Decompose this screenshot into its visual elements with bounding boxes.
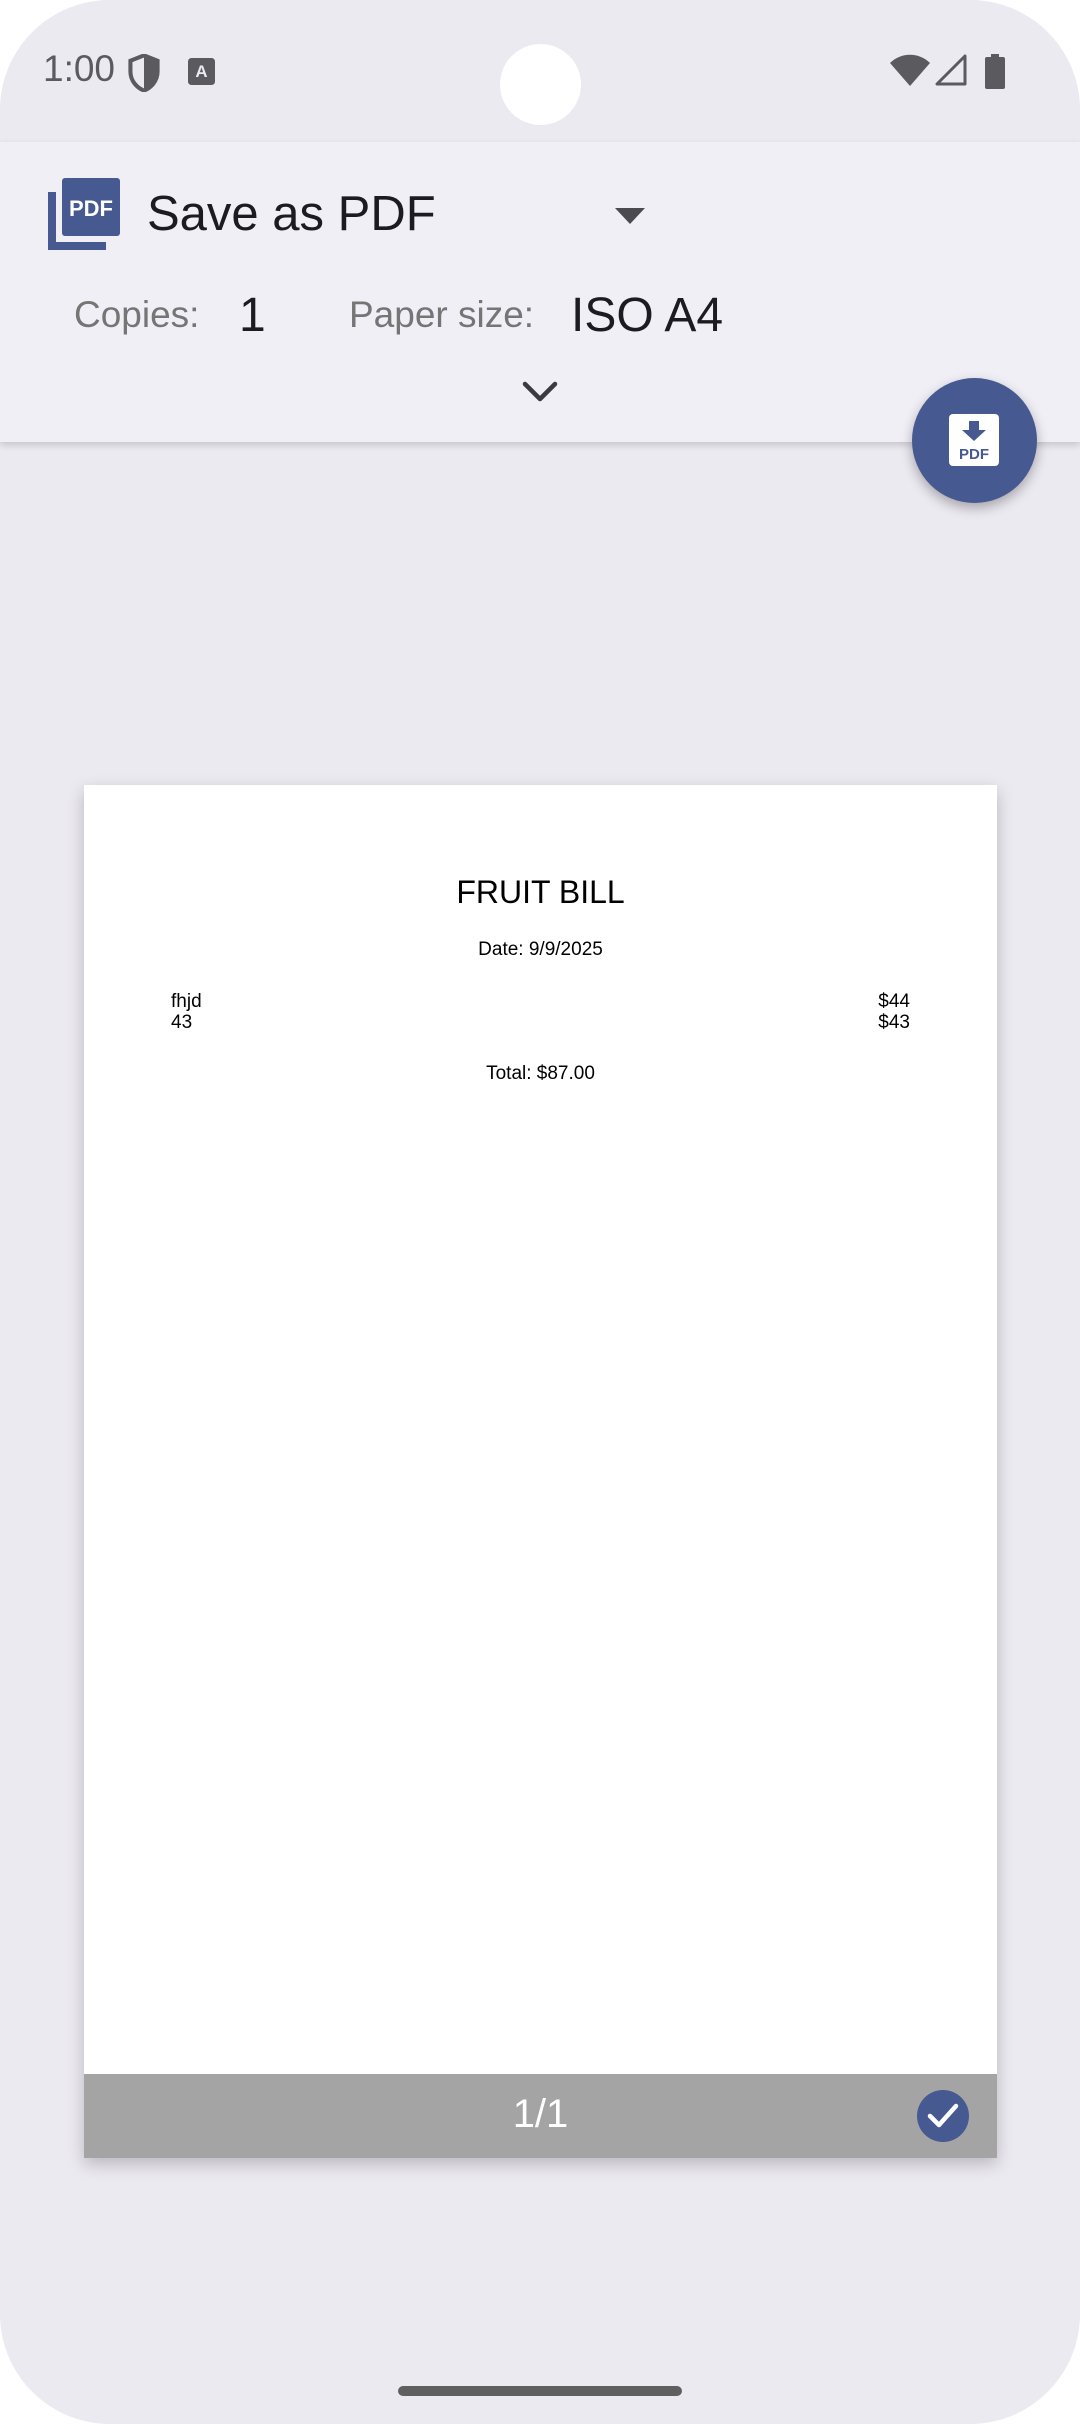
paper-size-label: Paper size: [349, 294, 535, 335]
status-bar: 1:00 A [0, 0, 1080, 142]
svg-text:PDF: PDF [959, 446, 989, 463]
printer-selector[interactable]: Save as PDF [147, 186, 436, 242]
bill-total: Total: $87.00 [486, 1063, 595, 1084]
dropdown-arrow-icon[interactable] [615, 208, 645, 224]
battery-icon [985, 54, 1005, 89]
wifi-icon [890, 54, 930, 86]
page-selected-toggle[interactable] [917, 2090, 969, 2142]
chevron-down-icon[interactable] [522, 381, 558, 403]
item-price: $43 [878, 1012, 910, 1033]
camera-cutout [500, 44, 581, 125]
page-indicator: 1/1 [512, 2092, 569, 2136]
paper-size-selector[interactable]: ISO A4 [571, 288, 723, 343]
save-pdf-button[interactable]: PDF [912, 378, 1037, 503]
device-screen: 1:00 A PDF Save as PDF Copies: 1 Paper s… [0, 0, 1080, 2424]
print-options-header: PDF Save as PDF Copies: 1 Paper size: IS… [0, 142, 1080, 442]
item-name: fhjd [171, 991, 202, 1012]
print-preview-page[interactable]: FRUIT BILL Date: 9/9/2025 fhjd $44 43 $4… [84, 785, 997, 2158]
document-title: FRUIT BILL [456, 874, 625, 910]
shield-icon [128, 54, 160, 92]
pdf-logo-icon: PDF [48, 178, 120, 250]
list-item: fhjd $44 [171, 991, 910, 1012]
svg-text:A: A [195, 62, 207, 81]
signal-icon [935, 54, 967, 86]
page-footer-bar: 1/1 [84, 2074, 997, 2158]
document-date: Date: 9/9/2025 [478, 939, 603, 960]
item-price: $44 [878, 991, 910, 1012]
svg-text:PDF: PDF [69, 196, 113, 221]
list-item: 43 $43 [171, 1012, 910, 1033]
pdf-download-icon: PDF [949, 414, 999, 466]
check-icon [927, 2103, 959, 2128]
status-time: 1:00 [43, 48, 116, 89]
copies-label: Copies: [74, 294, 200, 335]
bill-items: fhjd $44 43 $43 [171, 991, 910, 1033]
item-name: 43 [171, 1012, 193, 1033]
home-indicator[interactable] [398, 2386, 682, 2396]
copies-input[interactable]: 1 [239, 288, 266, 343]
text-a-icon: A [188, 58, 215, 85]
